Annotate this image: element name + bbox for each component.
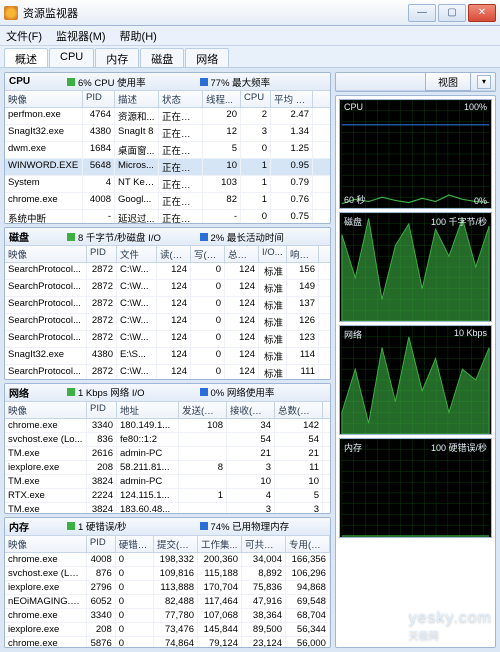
column-header[interactable]: 提交(KB)	[154, 536, 198, 552]
table-row[interactable]: 系统中断-延迟过...正在运行-00.75	[5, 210, 330, 224]
panel-cpu: CPU 6% CPU 使用率 77% 最大频率 映像PID描述状态线程...CP…	[4, 72, 331, 224]
disk-meter-1: 8 千字节/秒磁盘 I/O	[78, 230, 161, 244]
panel-memory: 内存 1 硬错误/秒 74% 已用物理内存 映像PID硬错误/...提交(KB)…	[4, 517, 331, 648]
cpu-meter-2: 77% 最大频率	[211, 75, 271, 89]
column-header[interactable]: 状态	[159, 91, 203, 107]
table-row[interactable]: dwm.exe1684桌面窗...正在运行501.25	[5, 142, 330, 159]
window-title: 资源监视器	[23, 5, 408, 21]
graph-panel: CPU100%60 秒0%磁盘100 千字节/秒网络10 Kbps内存100 硬…	[335, 95, 496, 648]
column-header[interactable]: PID	[87, 536, 116, 552]
graph-CPU: CPU100%60 秒0%	[339, 99, 492, 209]
column-header[interactable]: 总数(字节...	[275, 402, 323, 418]
column-header[interactable]: 硬错误/...	[116, 536, 154, 552]
table-row[interactable]: SearchProtocol...2872C:\W...1240124标准123	[5, 331, 330, 348]
panel-mem-title: 内存	[9, 519, 61, 534]
table-row[interactable]: chrome.exe3340180.149.1...10834142	[5, 419, 330, 433]
mem-meter-2: 74% 已用物理内存	[211, 519, 290, 533]
menu-help[interactable]: 帮助(H)	[120, 28, 157, 44]
net-meter-2: 0% 网络使用率	[211, 385, 275, 399]
disk-meter-2: 2% 最长活动时间	[211, 230, 284, 244]
view-button[interactable]: 视图	[425, 72, 471, 91]
table-row[interactable]: chrome.exe3340077,780107,06838,36468,704	[5, 609, 330, 623]
column-header[interactable]: 文件	[117, 246, 157, 262]
column-header[interactable]: 地址	[117, 402, 179, 418]
column-header[interactable]: 映像	[5, 536, 87, 552]
table-row[interactable]: SearchProtocol...2872C:\W...1240124标准149	[5, 280, 330, 297]
watermark: yesky.com天极网	[409, 609, 492, 642]
column-header[interactable]: 可共享(...	[242, 536, 286, 552]
view-dropdown-icon[interactable]: ▾	[477, 75, 491, 89]
column-header[interactable]: 响应...	[287, 246, 319, 262]
menu-bar: 文件(F) 监视器(M) 帮助(H)	[0, 26, 500, 46]
table-row[interactable]: RTX.exe2224124.115.1...145	[5, 489, 330, 503]
panel-net-title: 网络	[9, 385, 61, 400]
left-pane: CPU 6% CPU 使用率 77% 最大频率 映像PID描述状态线程...CP…	[0, 68, 335, 652]
column-header[interactable]: CPU	[241, 91, 271, 107]
panel-network: 网络 1 Kbps 网络 I/O 0% 网络使用率 映像PID地址发送(字节..…	[4, 383, 331, 514]
mem-meter-1: 1 硬错误/秒	[78, 519, 127, 533]
column-header[interactable]: 写(字...	[191, 246, 225, 262]
app-icon	[4, 6, 18, 20]
table-row[interactable]: System4NT Ker...正在运行10310.79	[5, 176, 330, 193]
table-row[interactable]: chrome.exe5876074,86479,12423,12456,000	[5, 637, 330, 648]
minimize-button[interactable]: —	[408, 4, 436, 22]
column-header[interactable]: PID	[83, 91, 115, 107]
table-row[interactable]: svchost.exe (Lo...836fe80::1:25454	[5, 433, 330, 447]
graph-磁盘: 磁盘100 千字节/秒	[339, 212, 492, 322]
table-row[interactable]: chrome.exe4008Googl...正在运行8210.76	[5, 193, 330, 210]
tab-memory[interactable]: 内存	[95, 48, 139, 67]
column-header[interactable]: 读(字...	[157, 246, 191, 262]
table-row[interactable]: iexplore.exe208073,476145,84489,50056,34…	[5, 623, 330, 637]
tab-bar: 概述 CPU 内存 磁盘 网络	[0, 46, 500, 68]
cpu-meter-1: 6% CPU 使用率	[78, 75, 146, 89]
column-header[interactable]: 映像	[5, 91, 83, 107]
table-row[interactable]: TM.exe2616admin-PC2121	[5, 447, 330, 461]
panel-disk: 磁盘 8 千字节/秒磁盘 I/O 2% 最长活动时间 映像PID文件读(字...…	[4, 227, 331, 379]
column-header[interactable]: 描述	[115, 91, 159, 107]
column-header[interactable]: 平均 C...	[271, 91, 313, 107]
column-header[interactable]: 映像	[5, 246, 87, 262]
menu-monitor[interactable]: 监视器(M)	[56, 28, 106, 44]
table-row[interactable]: chrome.exe40080198,332200,36034,004166,3…	[5, 553, 330, 567]
column-header[interactable]: 工作集...	[198, 536, 242, 552]
panel-disk-title: 磁盘	[9, 229, 61, 244]
table-row[interactable]: iexplore.exe27960113,888170,70475,83694,…	[5, 581, 330, 595]
tab-disk[interactable]: 磁盘	[140, 48, 184, 67]
tab-overview[interactable]: 概述	[4, 48, 48, 67]
panel-cpu-title: CPU	[9, 76, 61, 87]
column-header[interactable]: 线程...	[203, 91, 241, 107]
table-row[interactable]: TM.exe3824admin-PC1010	[5, 475, 330, 489]
column-header[interactable]: PID	[87, 402, 117, 418]
table-row[interactable]: iexplore.exe20858.211.81...8311	[5, 461, 330, 475]
table-row[interactable]: WINWORD.EXE5648Micros...正在运行1010.95	[5, 159, 330, 176]
tab-network[interactable]: 网络	[185, 48, 229, 67]
right-pane: 视图 ▾ CPU100%60 秒0%磁盘100 千字节/秒网络10 Kbps内存…	[335, 68, 500, 652]
net-meter-1: 1 Kbps 网络 I/O	[78, 385, 145, 399]
table-row[interactable]: SnagIt32.exe4380E:\S...1240124标准114	[5, 348, 330, 365]
column-header[interactable]: 专用(KB)	[286, 536, 330, 552]
table-row[interactable]: perfmon.exe4764资源和...正在运行2022.47	[5, 108, 330, 125]
titlebar: 资源监视器 — ▢ ✕	[0, 0, 500, 26]
table-row[interactable]: SearchProtocol...2872C:\W...1240124标准126	[5, 314, 330, 331]
graph-网络: 网络10 Kbps	[339, 325, 492, 435]
column-header[interactable]: PID	[87, 246, 117, 262]
table-row[interactable]: svchost.exe (Loca...8760109,816115,1888,…	[5, 567, 330, 581]
column-header[interactable]: 映像	[5, 402, 87, 418]
table-row[interactable]: TM.exe3824183.60.48...33	[5, 503, 330, 514]
table-row[interactable]: SearchProtocol...2872C:\W...1240124标准137	[5, 297, 330, 314]
graph-内存: 内存100 硬错误/秒	[339, 438, 492, 538]
table-row[interactable]: SearchProtocol...2872C:\W...1240124标准156	[5, 263, 330, 280]
menu-file[interactable]: 文件(F)	[6, 28, 42, 44]
table-row[interactable]: nEOiMAGING.exe6052082,488117,46447,91669…	[5, 595, 330, 609]
tab-cpu[interactable]: CPU	[49, 48, 94, 67]
table-row[interactable]: SearchProtocol...2872C:\W...1240124标准111	[5, 365, 330, 379]
maximize-button[interactable]: ▢	[438, 4, 466, 22]
table-row[interactable]: SnagIt32.exe4380SnagIt 8正在运行1231.34	[5, 125, 330, 142]
column-header[interactable]: I/O...	[259, 246, 287, 262]
column-header[interactable]: 总数(...	[225, 246, 259, 262]
close-button[interactable]: ✕	[468, 4, 496, 22]
column-header[interactable]: 接收(字节...	[227, 402, 275, 418]
column-header[interactable]: 发送(字节...	[179, 402, 227, 418]
